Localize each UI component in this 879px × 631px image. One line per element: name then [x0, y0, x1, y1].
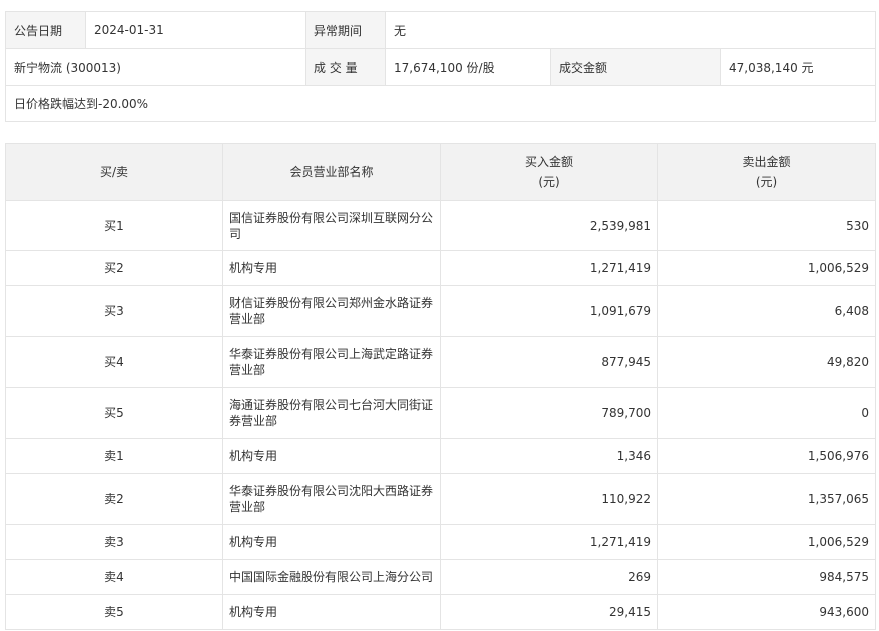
row-side: 卖4	[5, 559, 223, 595]
row-dept-name: 海通证券股份有限公司七台河大同街证券营业部	[222, 387, 441, 439]
row-sell-amount: 1,006,529	[657, 524, 876, 560]
row-buy-amount: 1,346	[440, 438, 658, 474]
row-dept-name: 华泰证券股份有限公司上海武定路证券营业部	[222, 336, 441, 388]
announce-date-value: 2024-01-31	[85, 11, 306, 49]
amount-value: 47,038,140 元	[720, 48, 876, 86]
row-buy-amount: 1,091,679	[440, 285, 658, 337]
row-sell-amount: 1,357,065	[657, 473, 876, 525]
row-sell-amount: 1,006,529	[657, 250, 876, 286]
row-sell-amount: 6,408	[657, 285, 876, 337]
row-dept-name: 国信证券股份有限公司深圳互联网分公司	[222, 200, 441, 251]
row-side: 买2	[5, 250, 223, 286]
row-sell-amount: 0	[657, 387, 876, 439]
header-sell-amount: 卖出金额 (元)	[657, 143, 876, 201]
header-dept-name: 会员营业部名称	[222, 143, 441, 201]
table-row: 卖5 机构专用 29,415 943,600	[5, 594, 876, 630]
table-body: 买1 国信证券股份有限公司深圳互联网分公司 2,539,981 530 买2 机构专用 1,…	[5, 200, 876, 630]
volume-label: 成 交 量	[305, 48, 386, 86]
header-side: 买/卖	[5, 143, 223, 201]
table-row: 卖2 华泰证券股份有限公司沈阳大西路证券营业部 110,922 1,357,065	[5, 473, 876, 525]
row-side: 买3	[5, 285, 223, 337]
volume-value: 17,674,100 份/股	[385, 48, 551, 86]
summary-table: 公告日期 2024-01-31 异常期间 无 新宁物流 (300013) 成 交…	[5, 11, 876, 122]
row-dept-name: 机构专用	[222, 438, 441, 474]
row-dept-name: 机构专用	[222, 524, 441, 560]
row-sell-amount: 1,506,976	[657, 438, 876, 474]
summary-row-date: 公告日期 2024-01-31 异常期间 无	[5, 11, 876, 49]
table-row: 买1 国信证券股份有限公司深圳互联网分公司 2,539,981 530	[5, 200, 876, 251]
amount-label: 成交金额	[550, 48, 721, 86]
row-dept-name: 机构专用	[222, 594, 441, 630]
summary-row-reason: 日价格跌幅达到-20.00%	[5, 85, 876, 122]
row-dept-name: 财信证券股份有限公司郑州金水路证券营业部	[222, 285, 441, 337]
row-dept-name: 机构专用	[222, 250, 441, 286]
header-buy-amount: 买入金额 (元)	[440, 143, 658, 201]
announce-date-label: 公告日期	[5, 11, 86, 49]
row-side: 卖3	[5, 524, 223, 560]
table-row: 卖3 机构专用 1,271,419 1,006,529	[5, 524, 876, 560]
row-sell-amount: 943,600	[657, 594, 876, 630]
table-row: 买4 华泰证券股份有限公司上海武定路证券营业部 877,945 49,820	[5, 336, 876, 388]
row-buy-amount: 110,922	[440, 473, 658, 525]
row-sell-amount: 49,820	[657, 336, 876, 388]
row-side: 买4	[5, 336, 223, 388]
row-buy-amount: 1,271,419	[440, 250, 658, 286]
table-row: 买3 财信证券股份有限公司郑州金水路证券营业部 1,091,679 6,408	[5, 285, 876, 337]
row-side: 买1	[5, 200, 223, 251]
row-sell-amount: 984,575	[657, 559, 876, 595]
abnormal-period-value: 无	[385, 11, 876, 49]
header-sell-amount-label: 卖出金额	[742, 155, 791, 169]
row-buy-amount: 29,415	[440, 594, 658, 630]
header-buy-amount-unit: (元)	[538, 175, 560, 189]
trading-detail-table: 买/卖 会员营业部名称 买入金额 (元) 卖出金额 (元) 买1 国信证券股份有限…	[5, 143, 876, 630]
table-row: 买2 机构专用 1,271,419 1,006,529	[5, 250, 876, 286]
summary-row-trade: 新宁物流 (300013) 成 交 量 17,674,100 份/股 成交金额 …	[5, 48, 876, 86]
row-buy-amount: 877,945	[440, 336, 658, 388]
table-row: 卖1 机构专用 1,346 1,506,976	[5, 438, 876, 474]
row-side: 买5	[5, 387, 223, 439]
row-dept-name: 中国国际金融股份有限公司上海分公司	[222, 559, 441, 595]
stock-name: 新宁物流 (300013)	[5, 48, 306, 86]
row-buy-amount: 1,271,419	[440, 524, 658, 560]
table-header-row: 买/卖 会员营业部名称 买入金额 (元) 卖出金额 (元)	[5, 143, 876, 201]
header-sell-amount-unit: (元)	[755, 175, 778, 189]
row-buy-amount: 2,539,981	[440, 200, 658, 251]
row-buy-amount: 269	[440, 559, 658, 595]
row-dept-name: 华泰证券股份有限公司沈阳大西路证券营业部	[222, 473, 441, 525]
row-side: 卖5	[5, 594, 223, 630]
row-side: 卖2	[5, 473, 223, 525]
reason-text: 日价格跌幅达到-20.00%	[5, 85, 876, 122]
row-buy-amount: 789,700	[440, 387, 658, 439]
table-row: 卖4 中国国际金融股份有限公司上海分公司 269 984,575	[5, 559, 876, 595]
table-row: 买5 海通证券股份有限公司七台河大同街证券营业部 789,700 0	[5, 387, 876, 439]
header-buy-amount-label: 买入金额	[524, 155, 573, 169]
abnormal-period-label: 异常期间	[305, 11, 386, 49]
row-side: 卖1	[5, 438, 223, 474]
row-sell-amount: 530	[657, 200, 876, 251]
